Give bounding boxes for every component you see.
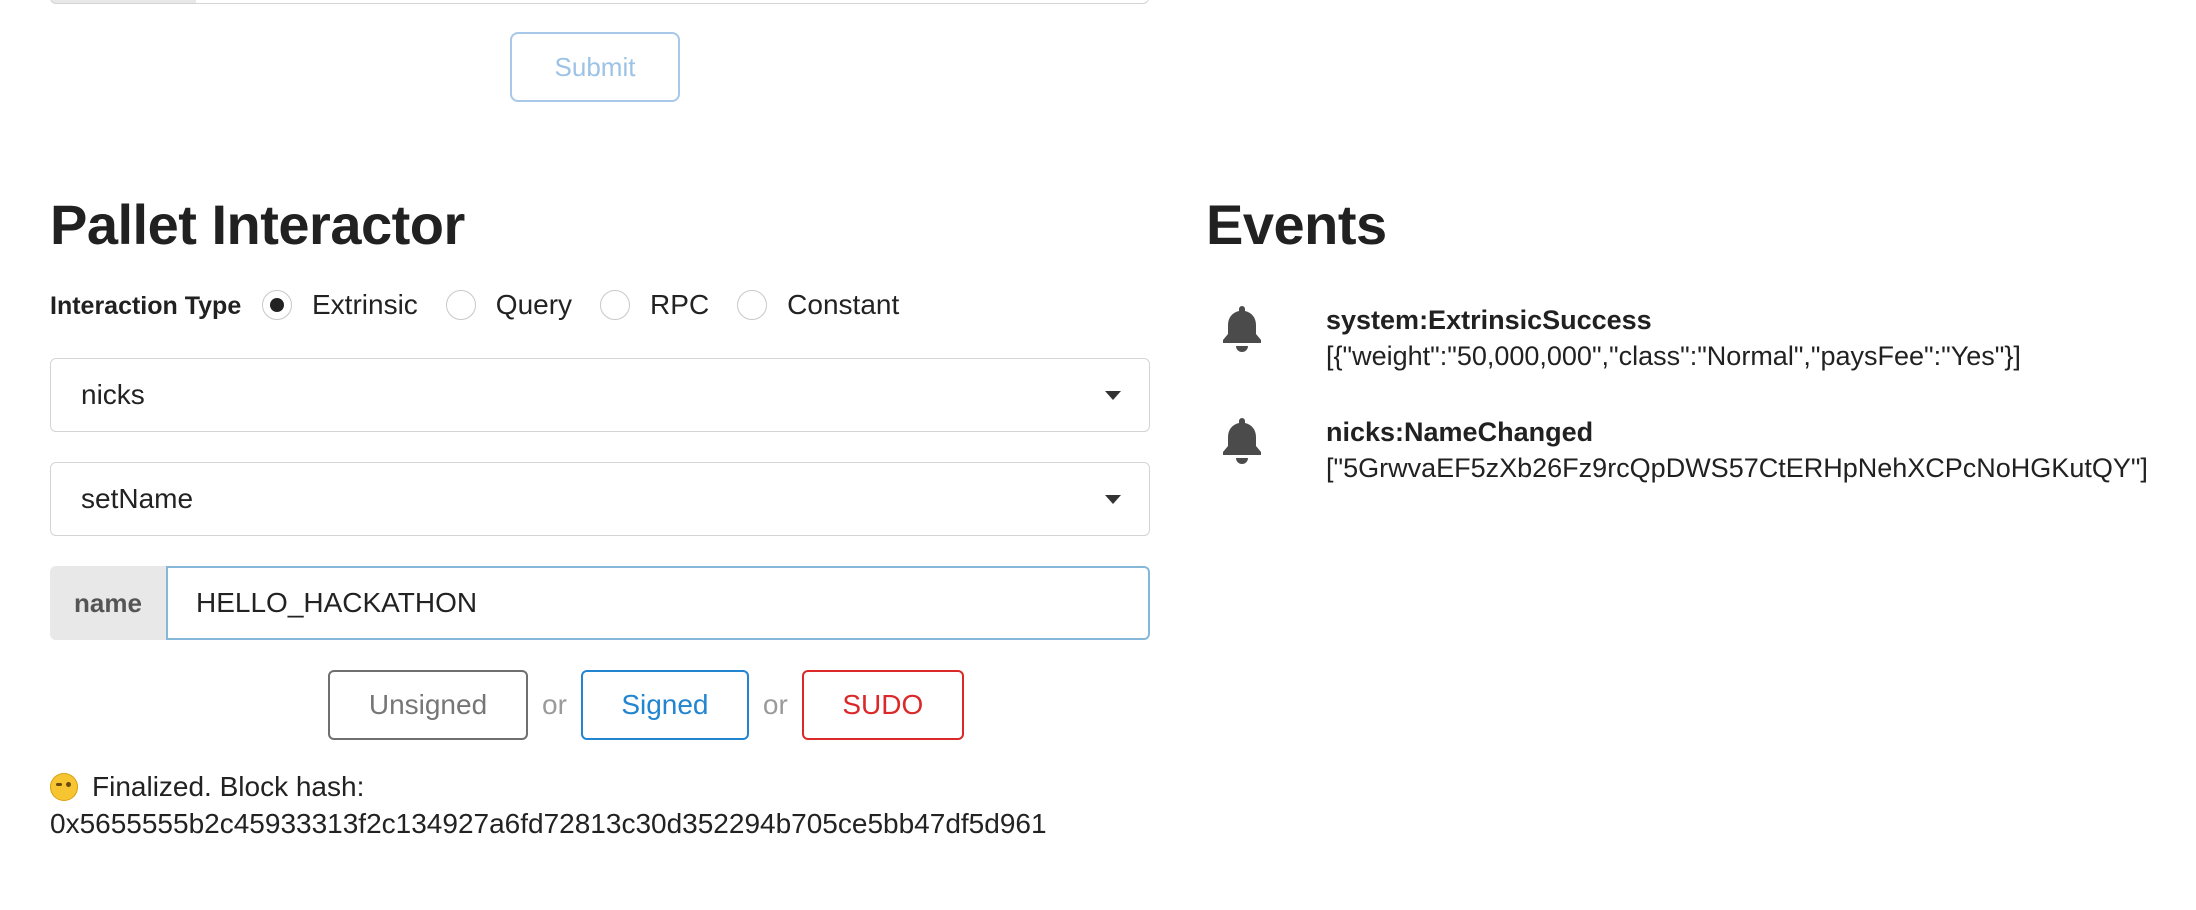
events-title: Events	[1206, 193, 1387, 256]
pallet-select[interactable]: nicks	[50, 358, 1150, 432]
caret-down-icon	[1105, 495, 1121, 504]
pallet-interactor-title: Pallet Interactor	[50, 193, 465, 256]
interaction-type-radio-group: Extrinsic Query RPC Constant	[262, 289, 927, 321]
callable-select[interactable]: setName	[50, 462, 1150, 536]
event-name: system:ExtrinsicSuccess	[1326, 305, 1652, 335]
sudo-button[interactable]: SUDO	[801, 670, 964, 740]
radio-button-checked[interactable]	[262, 290, 292, 320]
event-item: nicks:NameChanged ["5GrwvaEF5zXb26Fz9rcQ…	[1220, 414, 2148, 486]
or-separator: or	[762, 689, 788, 720]
radio-label-rpc: RPC	[650, 289, 710, 320]
radio-query[interactable]: Query	[445, 289, 573, 321]
event-data: [{"weight":"50,000,000","class":"Normal"…	[1326, 341, 2021, 371]
tx-status: Finalized. Block hash:	[50, 771, 364, 803]
transaction-button-group: Unsigned or Signed or SUDO	[328, 670, 964, 740]
event-item: system:ExtrinsicSuccess [{"weight":"50,0…	[1220, 302, 2021, 374]
event-name: nicks:NameChanged	[1326, 417, 1594, 447]
radio-constant[interactable]: Constant	[737, 289, 899, 321]
interaction-type-label: Interaction Type	[50, 292, 242, 320]
name-param-input[interactable]	[166, 566, 1150, 640]
event-data: ["5GrwvaEF5zXb26Fz9rcQpDWS57CtERHpNehXCP…	[1326, 453, 2148, 483]
radio-button[interactable]	[737, 290, 768, 320]
bell-icon	[1223, 306, 1261, 352]
radio-label-constant: Constant	[787, 289, 900, 320]
unsigned-button[interactable]: Unsigned	[328, 670, 528, 740]
radio-label-extrinsic: Extrinsic	[312, 289, 418, 320]
radio-label-query: Query	[495, 289, 573, 320]
tx-status-text: Finalized. Block hash:	[92, 771, 365, 802]
submit-button[interactable]: Submit	[510, 32, 680, 102]
wink-emoji-icon	[50, 773, 78, 801]
radio-button[interactable]	[445, 290, 476, 320]
radio-rpc[interactable]: RPC	[600, 289, 709, 321]
caret-down-icon	[1105, 391, 1121, 400]
radio-extrinsic[interactable]: Extrinsic	[262, 289, 418, 321]
signed-button[interactable]: Signed	[580, 670, 749, 740]
previous-field-label	[50, 0, 198, 4]
block-hash: 0x5655555b2c45933313f2c134927a6fd72813c3…	[50, 808, 1047, 839]
radio-button[interactable]	[600, 290, 631, 320]
or-separator: or	[542, 689, 567, 720]
bell-icon	[1223, 418, 1261, 464]
pallet-select-value: nicks	[81, 379, 145, 410]
previous-field-input[interactable]	[196, 0, 1149, 4]
callable-select-value: setName	[81, 483, 194, 514]
param-label: name	[50, 566, 166, 640]
